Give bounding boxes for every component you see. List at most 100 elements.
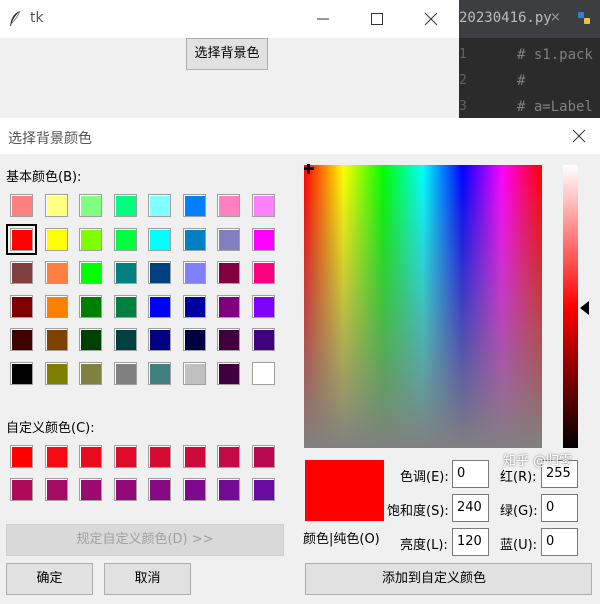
close-icon[interactable] [572, 129, 586, 143]
hue-input[interactable]: 0 [452, 460, 489, 488]
basic-color-swatch[interactable] [182, 194, 206, 217]
basic-color-swatch[interactable] [10, 294, 33, 318]
custom-color-swatch[interactable] [251, 445, 275, 468]
basic-color-swatch[interactable] [44, 261, 68, 284]
basic-color-swatch[interactable] [113, 361, 137, 385]
basic-color-swatch[interactable] [79, 294, 102, 318]
basic-color-swatch[interactable] [251, 361, 275, 385]
basic-color-swatch[interactable] [148, 361, 171, 385]
custom-colors-label: 自定义颜色(C): [6, 421, 95, 436]
line-number: 1 [459, 47, 467, 62]
basic-color-swatch[interactable] [148, 227, 171, 251]
basic-color-swatch[interactable] [6, 223, 37, 255]
custom-color-swatch[interactable] [10, 478, 33, 501]
code-line: # s1.pack [517, 47, 593, 63]
close-button[interactable] [408, 0, 454, 38]
green-label: 绿(G): [500, 504, 538, 519]
color-spectrum[interactable] [304, 165, 542, 448]
minimize-button[interactable] [300, 0, 346, 38]
basic-color-swatch[interactable] [251, 261, 275, 284]
basic-color-swatch[interactable] [113, 261, 137, 284]
add-to-custom-colors-button[interactable]: 添加到自定义颜色 [305, 563, 592, 595]
custom-color-swatch[interactable] [217, 445, 240, 468]
editor-tab[interactable]: 20230416.py × [459, 0, 600, 38]
line-number: 3 [459, 99, 467, 114]
custom-color-swatch[interactable] [79, 445, 102, 468]
basic-color-swatch[interactable] [10, 361, 33, 385]
basic-color-swatch[interactable] [113, 328, 137, 351]
basic-color-swatch[interactable] [79, 328, 102, 351]
choose-bg-color-button[interactable]: 选择背景色 [186, 38, 268, 70]
close-icon [424, 12, 438, 26]
spectrum-crosshair-icon[interactable] [304, 164, 314, 174]
basic-color-swatch[interactable] [10, 328, 33, 351]
luminosity-arrow-icon[interactable] [580, 301, 589, 315]
custom-color-swatch[interactable] [10, 445, 33, 468]
basic-color-swatch[interactable] [182, 294, 206, 318]
color-solid-label: 颜色|纯色(O) [303, 532, 380, 547]
custom-color-swatch[interactable] [217, 478, 240, 501]
python-file-icon [578, 12, 590, 24]
basic-color-swatch[interactable] [44, 328, 68, 351]
basic-color-swatch[interactable] [182, 261, 206, 284]
basic-color-swatch[interactable] [251, 294, 275, 318]
basic-color-swatch[interactable] [148, 328, 171, 351]
basic-color-swatch[interactable] [113, 194, 137, 217]
basic-color-swatch[interactable] [217, 361, 240, 385]
basic-color-swatch[interactable] [113, 294, 137, 318]
dialog-titlebar[interactable]: 选择背景颜色 [0, 118, 600, 154]
green-input[interactable]: 0 [541, 494, 578, 522]
basic-color-swatch[interactable] [148, 261, 171, 284]
basic-color-swatch[interactable] [44, 227, 68, 251]
basic-color-swatch[interactable] [113, 227, 137, 251]
cancel-button[interactable]: 取消 [104, 563, 191, 595]
basic-color-swatch[interactable] [148, 194, 171, 217]
basic-color-swatch[interactable] [251, 227, 275, 251]
basic-color-swatch[interactable] [79, 361, 102, 385]
custom-color-swatch[interactable] [182, 478, 206, 501]
basic-color-swatch[interactable] [182, 227, 206, 251]
custom-color-swatch[interactable] [113, 445, 137, 468]
basic-color-swatch[interactable] [217, 294, 240, 318]
custom-color-swatch[interactable] [44, 445, 68, 468]
sat-input[interactable]: 240 [452, 494, 489, 522]
maximize-button[interactable] [354, 0, 400, 38]
basic-color-swatch[interactable] [79, 261, 102, 284]
basic-color-swatch[interactable] [217, 328, 240, 351]
basic-color-swatch[interactable] [44, 194, 68, 217]
basic-color-swatch[interactable] [79, 227, 102, 251]
maximize-icon [371, 13, 383, 25]
basic-color-swatch[interactable] [217, 227, 240, 251]
basic-color-swatch[interactable] [182, 361, 206, 385]
define-custom-colors-button[interactable]: 规定自定义颜色(D) >> [6, 524, 284, 556]
basic-color-swatch[interactable] [148, 294, 171, 318]
custom-color-swatch[interactable] [182, 445, 206, 468]
color-preview [305, 460, 384, 521]
luminosity-slider[interactable] [563, 165, 578, 448]
custom-color-swatch[interactable] [148, 478, 171, 501]
ok-button[interactable]: 确定 [6, 563, 93, 595]
custom-color-swatch[interactable] [251, 478, 275, 501]
tab-close-icon[interactable]: × [550, 10, 561, 25]
custom-color-swatch[interactable] [148, 445, 171, 468]
blue-label: 蓝(U): [500, 538, 538, 553]
lum-input[interactable]: 120 [452, 528, 489, 556]
basic-color-swatch[interactable] [10, 194, 33, 217]
custom-color-swatch[interactable] [113, 478, 137, 501]
tk-titlebar[interactable]: tk [0, 0, 459, 38]
basic-color-swatch[interactable] [44, 361, 68, 385]
custom-color-swatch[interactable] [79, 478, 102, 501]
basic-color-swatch[interactable] [217, 261, 240, 284]
custom-color-swatch[interactable] [44, 478, 68, 501]
basic-color-swatch[interactable] [79, 194, 102, 217]
basic-color-swatch[interactable] [251, 194, 275, 217]
tk-window-title: tk [30, 10, 44, 26]
basic-color-swatch[interactable] [217, 194, 240, 217]
sat-label: 饱和度(S): [387, 504, 449, 519]
basic-color-swatch[interactable] [182, 328, 206, 351]
basic-color-swatch[interactable] [10, 261, 33, 284]
blue-input[interactable]: 0 [541, 528, 578, 556]
basic-color-swatch[interactable] [251, 328, 275, 351]
basic-color-swatch[interactable] [44, 294, 68, 318]
dialog-title: 选择背景颜色 [8, 131, 92, 147]
